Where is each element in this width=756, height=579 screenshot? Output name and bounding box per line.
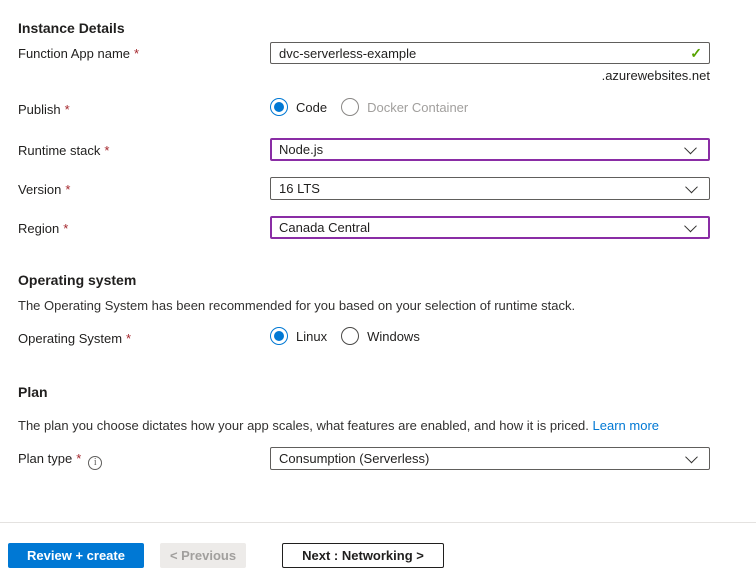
radio-windows-label: Windows	[367, 328, 420, 344]
radio-unselected-icon	[341, 327, 360, 345]
operating-system-radio-group: Linux Windows	[270, 327, 710, 345]
version-label: Version *	[18, 182, 71, 197]
region-select[interactable]: Canada Central	[270, 216, 710, 239]
required-asterisk: *	[126, 331, 132, 346]
radio-docker-container[interactable]: Docker Container	[341, 98, 468, 116]
radio-selected-icon	[270, 327, 288, 345]
radio-code[interactable]: Code	[270, 98, 327, 116]
operating-system-label: Operating System *	[18, 331, 132, 346]
function-app-name-field: ✓	[270, 42, 710, 64]
chevron-down-icon	[684, 141, 697, 154]
required-asterisk: *	[63, 221, 69, 236]
required-asterisk: *	[76, 451, 82, 466]
section-title-instance-details: Instance Details	[18, 20, 125, 36]
chevron-down-icon	[685, 180, 698, 193]
section-title-plan: Plan	[18, 384, 48, 400]
function-app-name-label: Function App name *	[18, 46, 140, 61]
radio-unselected-icon	[341, 98, 360, 116]
chevron-down-icon	[685, 450, 698, 463]
runtime-stack-select[interactable]: Node.js	[270, 138, 710, 161]
required-asterisk: *	[104, 143, 110, 158]
info-icon[interactable]: i	[88, 455, 103, 470]
required-asterisk: *	[65, 182, 71, 197]
runtime-stack-value: Node.js	[279, 142, 324, 157]
required-asterisk: *	[134, 46, 140, 61]
radio-linux-label: Linux	[296, 328, 328, 344]
next-networking-button[interactable]: Next : Networking >	[282, 543, 444, 568]
previous-button[interactable]: < Previous	[160, 543, 246, 568]
required-asterisk: *	[64, 102, 70, 117]
radio-linux[interactable]: Linux	[270, 327, 327, 345]
valid-check-icon: ✓	[690, 45, 702, 61]
plan-description: The plan you choose dictates how your ap…	[18, 418, 660, 433]
publish-radio-group: Code Docker Container	[270, 98, 710, 116]
chevron-down-icon	[684, 219, 697, 232]
radio-code-label: Code	[296, 99, 328, 115]
review-create-button[interactable]: Review + create	[8, 543, 144, 568]
region-value: Canada Central	[279, 220, 371, 235]
domain-suffix-label: .azurewebsites.net	[601, 68, 710, 83]
radio-windows[interactable]: Windows	[341, 327, 420, 345]
radio-selected-icon	[270, 98, 288, 116]
section-title-operating-system: Operating system	[18, 272, 137, 288]
region-label: Region *	[18, 221, 69, 236]
version-value: 16 LTS	[279, 181, 320, 196]
runtime-stack-label: Runtime stack *	[18, 143, 110, 158]
operating-system-description: The Operating System has been recommende…	[18, 298, 576, 313]
footer-divider	[0, 522, 756, 523]
learn-more-link[interactable]: Learn more	[593, 418, 659, 433]
radio-docker-container-label: Docker Container	[367, 99, 469, 115]
publish-label: Publish *	[18, 102, 70, 117]
plan-type-label: Plan type * i	[18, 451, 103, 470]
function-app-name-input[interactable]	[270, 42, 710, 64]
plan-type-value: Consumption (Serverless)	[279, 451, 430, 466]
plan-type-select[interactable]: Consumption (Serverless)	[270, 447, 710, 470]
version-select[interactable]: 16 LTS	[270, 177, 710, 200]
